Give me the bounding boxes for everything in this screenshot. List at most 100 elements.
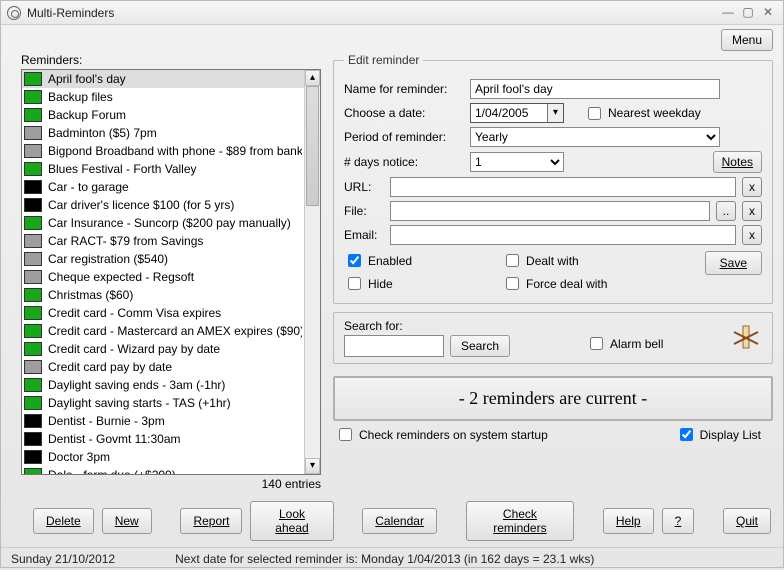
- list-item-label: Dale - form due (+$200): [48, 468, 176, 474]
- url-label: URL:: [344, 180, 384, 194]
- reminders-listbox[interactable]: April fool's dayBackup filesBackup Forum…: [21, 69, 321, 475]
- edit-reminder-legend: Edit reminder: [344, 53, 423, 67]
- days-notice-label: # days notice:: [344, 155, 464, 169]
- search-input[interactable]: [344, 335, 444, 357]
- color-swatch: [24, 72, 42, 86]
- notes-button[interactable]: Notes: [713, 151, 762, 173]
- list-item[interactable]: Credit card - Wizard pay by date: [22, 340, 304, 358]
- color-swatch: [24, 432, 42, 446]
- question-button[interactable]: ?: [662, 508, 695, 534]
- list-item[interactable]: April fool's day: [22, 70, 304, 88]
- alarm-bell-label: Alarm bell: [610, 337, 663, 351]
- date-picker[interactable]: 1/04/2005 ▾: [470, 103, 564, 123]
- display-list-checkbox[interactable]: [680, 428, 693, 441]
- force-deal-label: Force deal with: [526, 277, 607, 291]
- url-clear-button[interactable]: x: [742, 177, 762, 197]
- dealt-with-checkbox[interactable]: [506, 254, 519, 267]
- list-item-label: Christmas ($60): [48, 288, 133, 302]
- help-button[interactable]: Help: [603, 508, 654, 534]
- color-swatch: [24, 360, 42, 374]
- list-item[interactable]: Credit card pay by date: [22, 358, 304, 376]
- list-item-label: Dentist - Burnie - 3pm: [48, 414, 165, 428]
- list-item-label: Bigpond Broadband with phone - $89 from …: [48, 144, 302, 158]
- list-item[interactable]: Blues Festival - Forth Valley: [22, 160, 304, 178]
- reminders-label: Reminders:: [21, 53, 321, 67]
- current-reminders-banner[interactable]: - 2 reminders are current -: [333, 376, 773, 421]
- minimize-button[interactable]: —: [719, 6, 737, 20]
- days-notice-select[interactable]: 1: [470, 152, 564, 172]
- color-swatch: [24, 126, 42, 140]
- color-swatch: [24, 288, 42, 302]
- file-browse-button[interactable]: ..: [716, 201, 736, 221]
- save-button[interactable]: Save: [705, 251, 762, 275]
- file-clear-button[interactable]: x: [742, 201, 762, 221]
- list-item[interactable]: Dentist - Burnie - 3pm: [22, 412, 304, 430]
- scroll-thumb[interactable]: [306, 86, 319, 206]
- list-item-label: Daylight saving ends - 3am (-1hr): [48, 378, 225, 392]
- status-date: Sunday 21/10/2012: [11, 552, 115, 566]
- list-item[interactable]: Dentist - Govmt 11:30am: [22, 430, 304, 448]
- enabled-checkbox[interactable]: [348, 254, 361, 267]
- list-item[interactable]: Backup Forum: [22, 106, 304, 124]
- list-item[interactable]: Backup files: [22, 88, 304, 106]
- entries-count: 140 entries: [21, 477, 321, 491]
- list-item[interactable]: Daylight saving ends - 3am (-1hr): [22, 376, 304, 394]
- list-scrollbar[interactable]: ▴ ▾: [304, 70, 320, 474]
- status-bar: Sunday 21/10/2012 Next date for selected…: [1, 547, 783, 570]
- app-window: Multi-Reminders — ▢ ✕ Menu Reminders: Ap…: [0, 0, 784, 568]
- list-item[interactable]: Doctor 3pm: [22, 448, 304, 466]
- date-dropdown-button[interactable]: ▾: [547, 104, 563, 122]
- list-item[interactable]: Dale - form due (+$200): [22, 466, 304, 474]
- list-item[interactable]: Car RACT- $79 from Savings: [22, 232, 304, 250]
- email-input[interactable]: [390, 225, 736, 245]
- color-swatch: [24, 108, 42, 122]
- calendar-button[interactable]: Calendar: [362, 508, 437, 534]
- scroll-up-button[interactable]: ▴: [305, 70, 320, 86]
- color-swatch: [24, 306, 42, 320]
- force-deal-checkbox[interactable]: [506, 277, 519, 290]
- list-item[interactable]: Christmas ($60): [22, 286, 304, 304]
- report-button[interactable]: Report: [180, 508, 242, 534]
- startup-check-checkbox[interactable]: [339, 428, 352, 441]
- file-label: File:: [344, 204, 384, 218]
- email-clear-button[interactable]: x: [742, 225, 762, 245]
- url-input[interactable]: [390, 177, 736, 197]
- list-item[interactable]: Car - to garage: [22, 178, 304, 196]
- maximize-button[interactable]: ▢: [739, 6, 757, 20]
- menu-button[interactable]: Menu: [721, 29, 773, 51]
- period-select[interactable]: Yearly: [470, 127, 720, 147]
- alarm-bell-checkbox[interactable]: [590, 337, 603, 350]
- list-item[interactable]: Car Insurance - Suncorp ($200 pay manual…: [22, 214, 304, 232]
- list-item-label: Cheque expected - Regsoft: [48, 270, 194, 284]
- check-reminders-button[interactable]: Check reminders: [466, 501, 574, 541]
- list-item[interactable]: Cheque expected - Regsoft: [22, 268, 304, 286]
- list-item-label: Car - to garage: [48, 180, 129, 194]
- list-item[interactable]: Car registration ($540): [22, 250, 304, 268]
- nearest-weekday-checkbox[interactable]: [588, 107, 601, 120]
- list-item-label: Credit card - Wizard pay by date: [48, 342, 220, 356]
- list-item[interactable]: Bigpond Broadband with phone - $89 from …: [22, 142, 304, 160]
- list-item[interactable]: Credit card - Mastercard an AMEX expires…: [22, 322, 304, 340]
- list-item[interactable]: Credit card - Comm Visa expires: [22, 304, 304, 322]
- close-button[interactable]: ✕: [759, 6, 777, 20]
- quit-button[interactable]: Quit: [723, 508, 771, 534]
- delete-button[interactable]: Delete: [33, 508, 94, 534]
- nearest-weekday-label: Nearest weekday: [608, 106, 701, 120]
- file-input[interactable]: [390, 201, 710, 221]
- look-ahead-button[interactable]: Look ahead: [250, 501, 333, 541]
- list-item[interactable]: Daylight saving starts - TAS (+1hr): [22, 394, 304, 412]
- status-next-date: Next date for selected reminder is: Mond…: [175, 552, 594, 566]
- color-swatch: [24, 468, 42, 474]
- color-swatch: [24, 342, 42, 356]
- hide-label: Hide: [368, 277, 393, 291]
- list-item-label: Daylight saving starts - TAS (+1hr): [48, 396, 231, 410]
- new-button[interactable]: New: [102, 508, 152, 534]
- search-button[interactable]: Search: [450, 335, 510, 357]
- list-item[interactable]: Badminton ($5) 7pm: [22, 124, 304, 142]
- list-item[interactable]: Car driver's licence $100 (for 5 yrs): [22, 196, 304, 214]
- search-group: Search for: Search Alarm bell: [333, 312, 773, 364]
- hide-checkbox[interactable]: [348, 277, 361, 290]
- scroll-down-button[interactable]: ▾: [305, 458, 320, 474]
- name-input[interactable]: [470, 79, 720, 99]
- color-swatch: [24, 234, 42, 248]
